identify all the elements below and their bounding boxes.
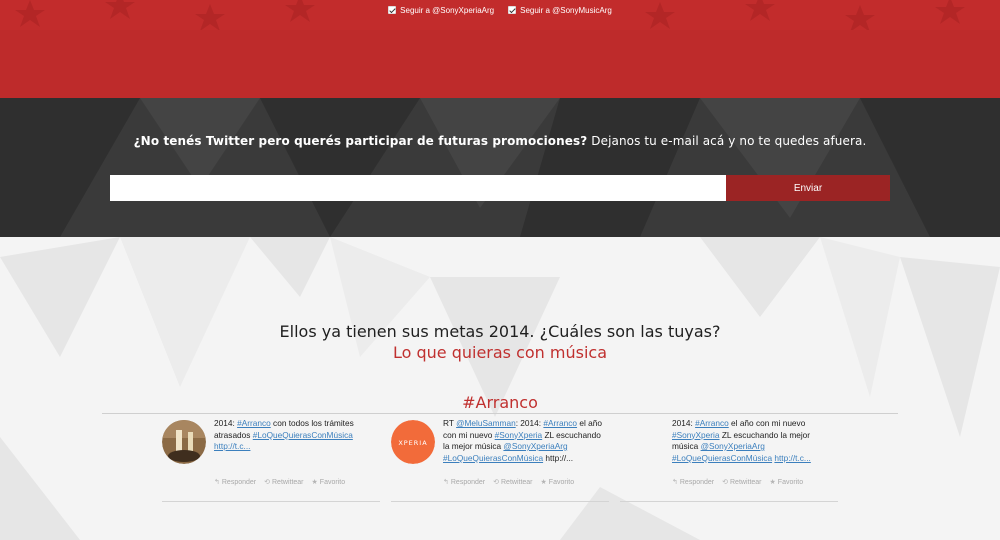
tweet-link[interactable]: #LoQueQuierasConMúsica: [443, 453, 543, 463]
retweet-label: Retwittear: [501, 478, 533, 486]
follow-label: Seguir a @SonyXperiaArg: [400, 5, 495, 15]
header-band-lower: [0, 30, 1000, 98]
signup-question: ¿No tenés Twitter pero querés participar…: [0, 134, 1000, 148]
follow-sonymusicarg-checkbox[interactable]: Seguir a @SonyMusicArg: [508, 3, 612, 17]
tweet-text-segment: el año con mi nuevo: [728, 418, 806, 428]
retweet-label: Retwittear: [730, 478, 762, 486]
tweet-text-segment: : 2014:: [515, 418, 544, 428]
xperia-logo-text: XPERIA: [398, 439, 427, 447]
reply-label: Responder: [221, 478, 257, 486]
reply-action[interactable]: ↰ Responder: [443, 478, 486, 487]
tweet-link[interactable]: #Arranco: [543, 418, 577, 428]
follow-options: Seguir a @SonyXperiaArg Seguir a @SonyMu…: [0, 3, 1000, 17]
header-band: Seguir a @SonyXperiaArg Seguir a @SonyMu…: [0, 0, 1000, 98]
retweet-icon: ⟲: [722, 479, 728, 486]
tweet-actions: ↰ Responder ⟲ Retwittear ★ Favorito: [214, 478, 380, 487]
reply-icon: ↰: [214, 479, 220, 486]
tweet-card: 2014: #Arranco con todos los trámites at…: [162, 418, 380, 502]
checkbox-checked-icon[interactable]: [388, 6, 397, 14]
tweet-text: 2014: #Arranco el año con mi nuevo #Sony…: [672, 418, 838, 464]
retweet-label: Retwittear: [272, 478, 304, 486]
reply-label: Responder: [450, 478, 486, 486]
signup-question-bold: ¿No tenés Twitter pero querés participar…: [133, 134, 588, 148]
tweet-link[interactable]: #SonyXperia: [495, 430, 543, 440]
tweet-card: XPERIA RT @MeluSamman: 2014: #Arranco el…: [391, 418, 609, 502]
tweet-link[interactable]: #SonyXperia: [672, 430, 720, 440]
divider: [102, 413, 898, 414]
page-subline: Lo que quieras con música: [392, 343, 608, 362]
tweet-link[interactable]: #LoQueQuierasConMúsica: [253, 430, 353, 440]
tweet-link[interactable]: @SonyXperiaArg: [503, 441, 567, 451]
star-icon: ★: [540, 479, 547, 486]
avatar[interactable]: XPERIA: [391, 420, 435, 464]
photo-avatar-icon: [162, 420, 206, 464]
email-input[interactable]: [110, 175, 726, 201]
tweet-text: 2014: #Arranco con todos los trámites at…: [214, 418, 380, 453]
tweet-text-segment: http://...: [543, 452, 574, 463]
retweet-icon: ⟲: [264, 479, 270, 486]
hashtag-title: #Arranco: [462, 393, 538, 412]
xperia-logo-icon: XPERIA: [391, 420, 435, 464]
tweets-section: Ellos ya tienen sus metas 2014. ¿Cuáles …: [0, 237, 1000, 540]
tweet-text-segment: 2014:: [672, 418, 696, 428]
retweet-icon: ⟲: [493, 479, 499, 486]
checkbox-checked-icon[interactable]: [508, 6, 517, 14]
star-icon: ★: [311, 479, 318, 486]
send-button[interactable]: Enviar: [726, 175, 890, 201]
retweet-action[interactable]: ⟲ Retwittear: [722, 478, 762, 487]
follow-sonyxperiaarg-checkbox[interactable]: Seguir a @SonyXperiaArg: [388, 3, 494, 17]
email-signup-section: ¿No tenés Twitter pero querés participar…: [0, 98, 1000, 237]
favorite-action[interactable]: ★ Favorito: [311, 478, 346, 487]
favorite-label: Favorito: [777, 478, 804, 486]
reply-label: Responder: [679, 478, 715, 486]
tweet-text: RT @MeluSamman: 2014: #Arranco el año co…: [443, 418, 609, 464]
tweet-actions: ↰ Responder ⟲ Retwittear ★ Favorito: [443, 478, 609, 487]
tweet-link[interactable]: @MeluSamman: [456, 418, 516, 428]
retweet-action[interactable]: ⟲ Retwittear: [493, 478, 533, 487]
signup-question-rest: Dejanos tu e-mail acá y no te quedes afu…: [587, 134, 867, 148]
reply-icon: ↰: [672, 479, 678, 486]
tweet-link[interactable]: #LoQueQuierasConMúsica: [672, 453, 772, 463]
tweet-link[interactable]: http://t.c...: [774, 453, 810, 463]
reply-action[interactable]: ↰ Responder: [672, 478, 715, 487]
favorite-action[interactable]: ★ Favorito: [769, 478, 804, 487]
tweet-link[interactable]: #Arranco: [695, 418, 729, 428]
tweet-text-segment: RT: [443, 418, 457, 428]
avatar[interactable]: [162, 420, 206, 464]
tweet-link[interactable]: #Arranco: [237, 418, 271, 428]
reply-action[interactable]: ↰ Responder: [214, 478, 257, 487]
tweet-text-segment: 2014:: [214, 418, 238, 428]
geometric-background: [0, 98, 1000, 237]
follow-label: Seguir a @SonyMusicArg: [520, 5, 612, 15]
tweet-link[interactable]: http://t.c...: [214, 441, 250, 451]
favorite-action[interactable]: ★ Favorito: [540, 478, 575, 487]
retweet-action[interactable]: ⟲ Retwittear: [264, 478, 304, 487]
tweet-link[interactable]: @SonyXperiaArg: [701, 441, 765, 451]
page-headline: Ellos ya tienen sus metas 2014. ¿Cuáles …: [279, 322, 721, 341]
tweet-card: 2014: #Arranco el año con mi nuevo #Sony…: [620, 418, 838, 502]
reply-icon: ↰: [443, 479, 449, 486]
favorite-label: Favorito: [319, 478, 346, 486]
favorite-label: Favorito: [548, 478, 575, 486]
tweet-actions: ↰ Responder ⟲ Retwittear ★ Favorito: [672, 478, 838, 487]
star-icon: ★: [769, 479, 776, 486]
